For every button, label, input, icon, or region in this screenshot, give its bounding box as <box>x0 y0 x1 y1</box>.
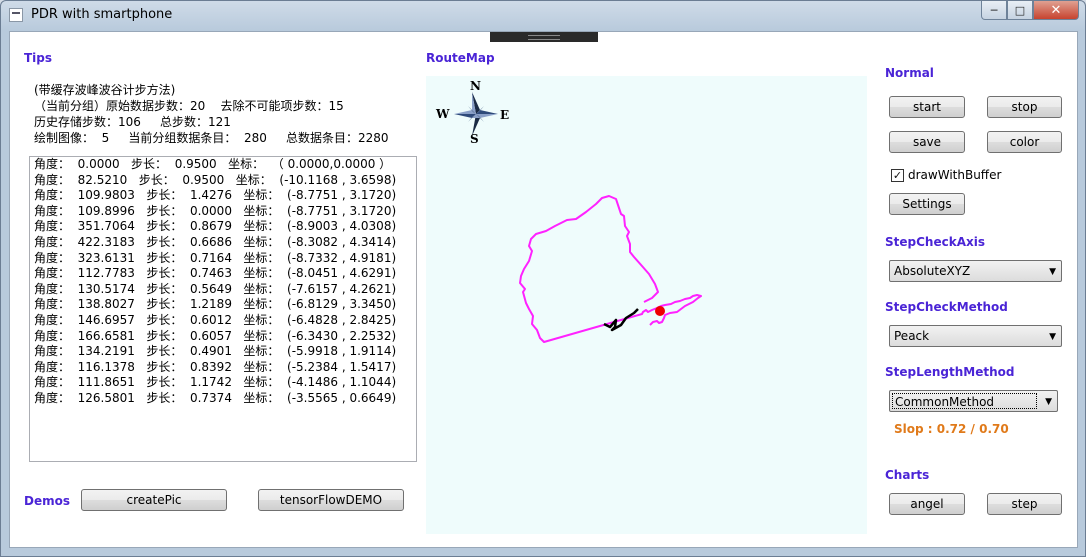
tips-text: (带缓存波峰波谷计步方法) （当前分组）原始数据步数：20 去除不可能项步数：15… <box>34 82 388 146</box>
minimize-button[interactable]: ─ <box>981 1 1007 20</box>
minimize-icon: ─ <box>990 3 998 17</box>
step-log-list[interactable]: 角度： 0.0000 步长： 0.9500 坐标： （ 0.0000,0.000… <box>29 156 417 462</box>
drag-grip[interactable] <box>490 32 598 42</box>
list-item[interactable]: 角度： 323.6131 步长： 0.7164 坐标： (-8.7332 , 4… <box>30 251 416 267</box>
list-item[interactable]: 角度： 138.8027 步长： 1.2189 坐标： (-6.8129 , 3… <box>30 297 416 313</box>
chevron-down-icon: ▼ <box>1045 397 1052 407</box>
tips-line: （当前分组）原始数据步数：20 去除不可能项步数：15 <box>34 99 344 113</box>
tips-heading: Tips <box>24 51 53 65</box>
list-item[interactable]: 角度： 111.8651 步长： 1.1742 坐标： (-4.1486 , 1… <box>30 375 416 391</box>
close-icon: ✕ <box>1050 2 1062 18</box>
route-path <box>519 195 702 343</box>
route-drawing <box>519 195 702 343</box>
title-bar[interactable]: PDR with smartphone ─ □ ✕ <box>1 1 1085 31</box>
window-title: PDR with smartphone <box>31 7 173 22</box>
list-item[interactable]: 角度： 134.2191 步长： 0.4901 坐标： (-5.9918 , 1… <box>30 344 416 360</box>
step-check-method-heading: StepCheckMethod <box>885 300 1008 314</box>
list-item[interactable]: 角度： 166.6581 步长： 0.6057 坐标： (-6.3430 , 2… <box>30 329 416 345</box>
step-check-method-value: Peack <box>894 329 930 343</box>
start-button[interactable]: start <box>889 96 965 118</box>
demos-heading: Demos <box>24 494 70 508</box>
list-item[interactable]: 角度： 126.5801 步长： 0.7374 坐标： (-3.5565 , 0… <box>30 391 416 407</box>
create-pic-button[interactable]: createPic <box>81 489 227 511</box>
list-item[interactable]: 角度： 422.3183 步长： 0.6686 坐标： (-8.3082 , 4… <box>30 235 416 251</box>
chevron-down-icon: ▼ <box>1049 267 1056 277</box>
draw-with-buffer-label[interactable]: drawWithBuffer <box>908 168 1001 182</box>
chevron-down-icon: ▼ <box>1049 332 1056 342</box>
close-button[interactable]: ✕ <box>1033 1 1079 20</box>
color-button[interactable]: color <box>987 131 1062 153</box>
step-chart-button[interactable]: step <box>987 493 1062 515</box>
list-item[interactable]: 角度： 130.5174 步长： 0.5649 坐标： (-7.6157 , 4… <box>30 282 416 298</box>
settings-button[interactable]: Settings <box>889 193 965 215</box>
caption-buttons: ─ □ ✕ <box>981 1 1079 20</box>
tips-line: (带缓存波峰波谷计步方法) <box>34 83 176 97</box>
step-check-method-select[interactable]: Peack ▼ <box>889 325 1062 347</box>
charts-heading: Charts <box>885 468 930 482</box>
checkmark-icon: ✓ <box>892 169 903 182</box>
routemap-heading: RouteMap <box>426 51 495 65</box>
list-item[interactable]: 角度： 0.0000 步长： 0.9500 坐标： （ 0.0000,0.000… <box>30 157 416 173</box>
step-check-axis-value: AbsoluteXYZ <box>894 264 971 278</box>
client-area: Tips (带缓存波峰波谷计步方法) （当前分组）原始数据步数：20 去除不可能项… <box>9 31 1078 548</box>
step-length-method-value: CommonMethod <box>892 393 1037 409</box>
step-check-axis-select[interactable]: AbsoluteXYZ ▼ <box>889 260 1062 282</box>
tips-line: 历史存储步数：106 总步数：121 <box>34 115 231 129</box>
step-length-method-select[interactable]: CommonMethod ▼ <box>889 390 1058 412</box>
tips-line: 绘制图像： 5 当前分组数据条目： 280 总数据条目：2280 <box>34 131 389 145</box>
list-item[interactable]: 角度： 116.1378 步长： 0.8392 坐标： (-5.2384 , 1… <box>30 360 416 376</box>
list-item[interactable]: 角度： 146.6957 步长： 0.6012 坐标： (-6.4828 , 2… <box>30 313 416 329</box>
normal-heading: Normal <box>885 66 934 80</box>
slope-readout: Slop : 0.72 / 0.70 <box>894 422 1009 436</box>
angel-chart-button[interactable]: angel <box>889 493 965 515</box>
list-item[interactable]: 角度： 82.5210 步长： 0.9500 坐标： (-10.1168 , 3… <box>30 173 416 189</box>
maximize-icon: □ <box>1014 3 1026 17</box>
position-dot <box>655 306 665 316</box>
tensorflow-demo-button[interactable]: tensorFlowDEMO <box>258 489 404 511</box>
route-map-canvas[interactable]: N S E W <box>426 76 867 534</box>
maximize-button[interactable]: □ <box>1007 1 1033 20</box>
app-icon <box>9 8 23 22</box>
draw-with-buffer-checkbox[interactable]: ✓ <box>891 169 904 182</box>
stop-button[interactable]: stop <box>987 96 1062 118</box>
list-item[interactable]: 角度： 112.7783 步长： 0.7463 坐标： (-8.0451 , 4… <box>30 266 416 282</box>
save-button[interactable]: save <box>889 131 965 153</box>
list-item[interactable]: 角度： 109.9803 步长： 1.4276 坐标： (-8.7751 , 3… <box>30 188 416 204</box>
step-length-method-heading: StepLengthMethod <box>885 365 1015 379</box>
app-window: PDR with smartphone ─ □ ✕ Tips (带缓存波峰波谷计… <box>0 0 1086 557</box>
step-check-axis-heading: StepCheckAxis <box>885 235 985 249</box>
list-item[interactable]: 角度： 351.7064 步长： 0.8679 坐标： (-8.9003 , 4… <box>30 219 416 235</box>
list-item[interactable]: 角度： 109.8996 步长： 0.0000 坐标： (-8.7751 , 3… <box>30 204 416 220</box>
